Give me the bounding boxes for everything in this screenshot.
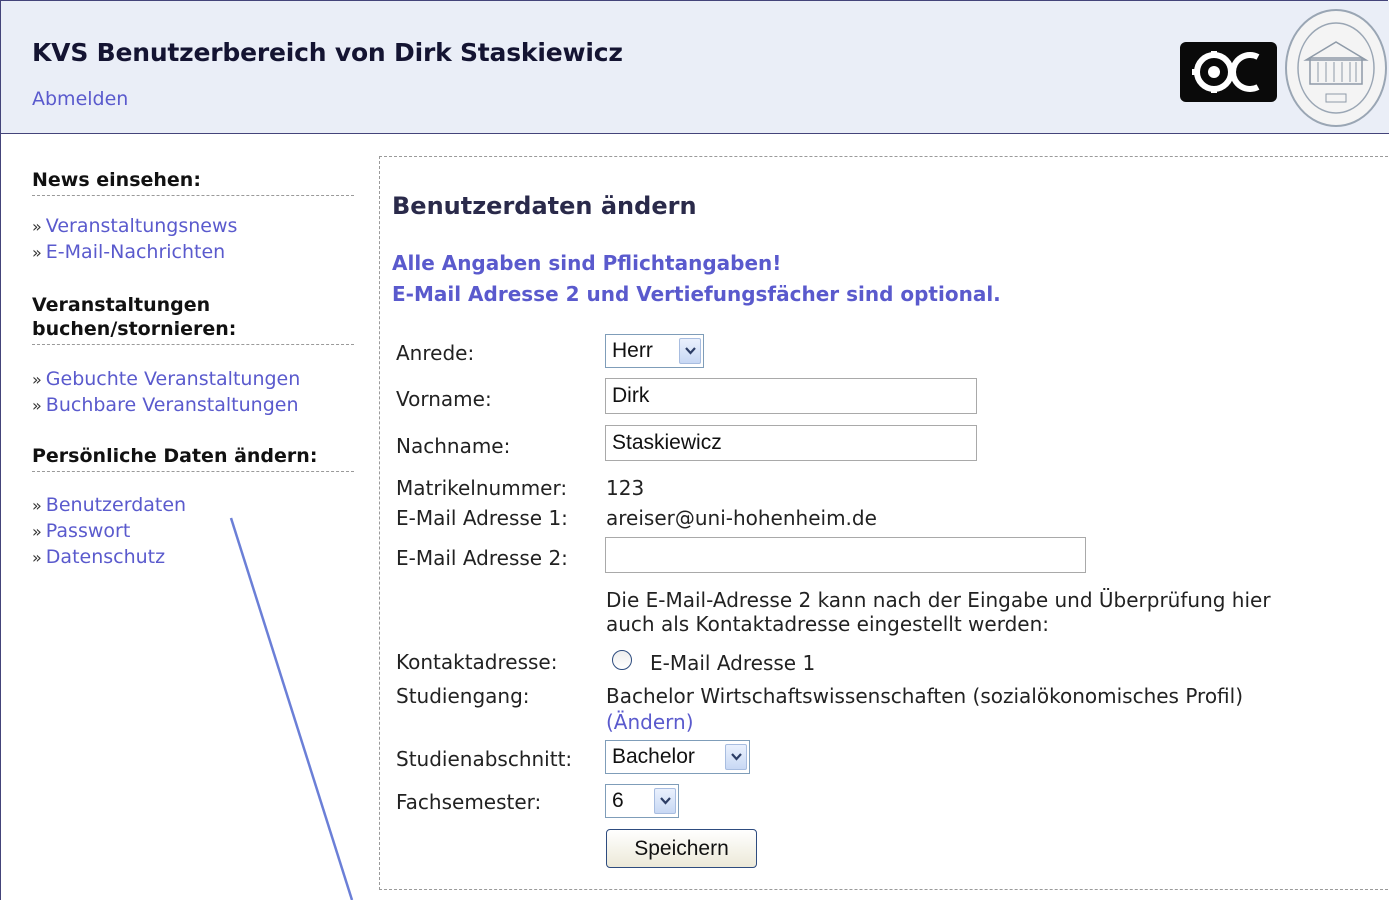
sidebar-heading-booking: Veranstaltungen buchen/stornieren: (32, 293, 354, 345)
email2-label: E-Mail Adresse 2: (396, 546, 568, 570)
program-change-link[interactable]: (Ändern) (606, 710, 694, 734)
sidebar-link-email-messages[interactable]: » E-Mail-Nachrichten (32, 239, 225, 266)
email2-hint: Die E-Mail-Adresse 2 kann nach der Einga… (606, 588, 1271, 636)
program-label: Studiengang: (396, 684, 530, 708)
sidebar-link-booked-events[interactable]: » Gebuchte Veranstaltungen (32, 366, 300, 393)
bullet-arrow: » (32, 496, 42, 515)
chevron-down-icon (679, 338, 701, 364)
bullet-arrow: » (32, 217, 42, 236)
firstname-input[interactable]: Dirk (605, 378, 977, 414)
bullet-arrow: » (32, 396, 42, 415)
save-button[interactable]: Speichern (606, 829, 757, 868)
chevron-down-icon (725, 744, 747, 770)
logout-link[interactable]: Abmelden (32, 88, 128, 110)
sidebar-link-label: Buchbare Veranstaltungen (45, 394, 299, 416)
sidebar-link-label: Passwort (45, 520, 131, 542)
sidebar-link-event-news[interactable]: » Veranstaltungsnews (32, 213, 237, 240)
contact-label: Kontaktadresse: (396, 650, 558, 674)
semester-value: 6 (612, 789, 624, 812)
email2-hint-line: Die E-Mail-Adresse 2 kann nach der Einga… (606, 588, 1271, 612)
sidebar-heading-line: buchen/stornieren: (32, 318, 237, 340)
email1-label: E-Mail Adresse 1: (396, 506, 568, 530)
program-value: Bachelor Wirtschaftswissenschaften (sozi… (606, 684, 1244, 708)
firstname-label: Vorname: (396, 387, 492, 411)
bullet-arrow: » (32, 522, 42, 541)
salutation-value: Herr (612, 339, 653, 362)
sidebar-link-label: Gebuchte Veranstaltungen (45, 368, 301, 390)
bullet-arrow: » (32, 243, 42, 262)
sidebar-link-password[interactable]: » Passwort (32, 518, 130, 545)
bullet-arrow: » (32, 370, 42, 389)
lastname-input[interactable]: Staskiewicz (605, 425, 977, 461)
semester-label: Fachsemester: (396, 790, 542, 814)
main-title: Benutzerdaten ändern (392, 192, 697, 220)
stage-label: Studienabschnitt: (396, 747, 573, 771)
oc-logo-icon (1180, 42, 1277, 102)
email2-hint-line: auch als Kontaktadresse eingestellt werd… (606, 612, 1050, 636)
sidebar-link-label: E-Mail-Nachrichten (45, 241, 226, 263)
stage-select[interactable]: Bachelor (605, 740, 750, 774)
contact-email1-radio[interactable] (612, 650, 632, 670)
salutation-label: Anrede: (396, 341, 475, 365)
sidebar-heading-news: News einsehen: (32, 168, 354, 196)
bullet-arrow: » (32, 548, 42, 567)
sidebar-heading-line: Veranstaltungen (32, 294, 211, 316)
lastname-label: Nachname: (396, 434, 511, 458)
matriculation-value: 123 (606, 476, 645, 500)
sidebar-link-label: Veranstaltungsnews (45, 215, 238, 237)
contact-email1-option-label[interactable]: E-Mail Adresse 1 (650, 651, 815, 675)
stage-value: Bachelor (612, 745, 695, 768)
salutation-select[interactable]: Herr (605, 334, 704, 368)
email2-input[interactable] (605, 537, 1086, 573)
sidebar-link-bookable-events[interactable]: » Buchbare Veranstaltungen (32, 392, 299, 419)
notice-optional: E-Mail Adresse 2 und Vertiefungsfächer s… (392, 282, 1001, 306)
sidebar-link-label: Benutzerdaten (45, 494, 187, 516)
chevron-down-icon (654, 788, 676, 814)
sidebar-link-privacy[interactable]: » Datenschutz (32, 544, 165, 571)
email1-value: areiser@uni-hohenheim.de (606, 506, 877, 530)
sidebar-link-user-data[interactable]: » Benutzerdaten (32, 492, 186, 519)
sidebar-heading-personal: Persönliche Daten ändern: (32, 444, 354, 472)
notice-required: Alle Angaben sind Pflichtangaben! (392, 251, 782, 275)
semester-select[interactable]: 6 (605, 784, 679, 818)
matriculation-label: Matrikelnummer: (396, 476, 568, 500)
page-title: KVS Benutzerbereich von Dirk Staskiewicz (32, 38, 623, 67)
university-seal-icon (1284, 8, 1388, 128)
sidebar-link-label: Datenschutz (45, 546, 166, 568)
